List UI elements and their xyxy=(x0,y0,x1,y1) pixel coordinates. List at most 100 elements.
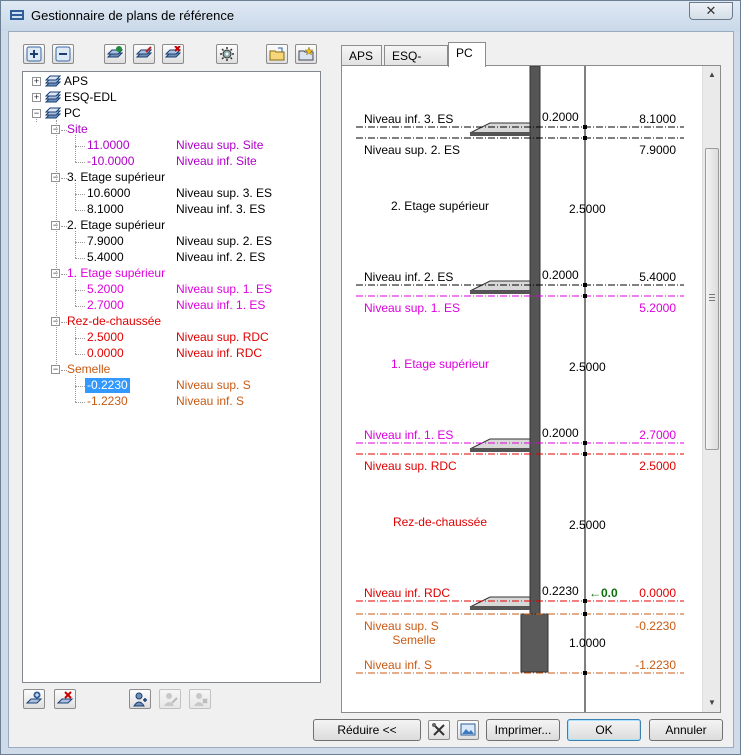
tree-level-value[interactable]: -0.2230 xyxy=(85,378,130,393)
tree-level-value[interactable]: -1.2230 xyxy=(87,394,128,409)
level-name-label: Niveau sup. RDC xyxy=(364,459,457,473)
story-name-label: 2. Etage supérieur xyxy=(391,199,489,213)
tree-level-name[interactable]: Niveau sup. 2. ES xyxy=(176,234,272,249)
remove-level-icon xyxy=(57,691,73,704)
tree-level-name[interactable]: Niveau sup. RDC xyxy=(176,330,269,345)
tree-level-name[interactable]: Niveau inf. 2. ES xyxy=(176,250,265,265)
user-edit-button[interactable] xyxy=(159,689,181,709)
ok-button[interactable]: OK xyxy=(567,719,641,741)
tree-level-name[interactable]: Niveau sup. 1. ES xyxy=(176,282,272,297)
tools-button[interactable] xyxy=(428,720,450,740)
tree-expander-esq-edl[interactable]: + xyxy=(32,93,41,102)
reduce-button[interactable]: Réduire << xyxy=(313,719,421,741)
story-height-label: 2.5000 xyxy=(569,360,606,374)
slab-thickness-label: 0.2000 xyxy=(542,426,579,440)
tree-level-name[interactable]: Niveau inf. 3. ES xyxy=(176,202,265,217)
edit-plan-button[interactable] xyxy=(133,44,155,64)
dimension-tick xyxy=(583,125,587,129)
print-button[interactable]: Imprimer... xyxy=(486,719,560,741)
plan-tree[interactable]: + APS + ESQ-EDL − PC − Site 11.0000 Niveau sup. S… xyxy=(22,71,321,683)
tab-esq-edl[interactable]: ESQ-EDL xyxy=(384,45,448,77)
floor-slab xyxy=(469,122,531,134)
tree-group-label[interactable]: 2. Etage supérieur xyxy=(67,218,165,233)
tab-pc[interactable]: PC xyxy=(448,42,486,67)
level-name-label: Niveau inf. RDC xyxy=(364,586,450,600)
add-plan-button[interactable] xyxy=(104,44,126,64)
tree-group-label[interactable]: 3. Etage supérieur xyxy=(67,170,165,185)
dimension-tick xyxy=(583,441,587,445)
tree-root-esq-edl[interactable]: ESQ-EDL xyxy=(64,90,117,105)
tree-root-pc[interactable]: PC xyxy=(64,106,81,121)
tree-level-name[interactable]: Niveau sup. S xyxy=(176,378,251,393)
level-value-label: 0.0000 xyxy=(639,586,676,600)
level-value-label: -1.2230 xyxy=(635,658,676,672)
level-name-label: Niveau sup. 2. ES xyxy=(364,143,460,157)
tree-level-value[interactable]: 5.4000 xyxy=(87,250,124,265)
tree-level-name[interactable]: Niveau sup. Site xyxy=(176,138,263,153)
scroll-down-arrow-icon[interactable]: ▼ xyxy=(707,698,717,708)
tree-level-value[interactable]: 5.2000 xyxy=(87,282,124,297)
tree-group-label[interactable]: Semelle xyxy=(67,362,110,377)
tree-level-value[interactable]: 10.6000 xyxy=(87,186,130,201)
level-value-label: 2.5000 xyxy=(639,459,676,473)
user-remove-button[interactable] xyxy=(189,689,211,709)
title-bar[interactable]: Gestionnaire de plans de référence ✕ xyxy=(1,1,740,31)
slab-thickness-label: 0.2000 xyxy=(542,268,579,282)
close-button[interactable]: ✕ xyxy=(689,2,733,20)
expand-all-button[interactable] xyxy=(23,44,45,64)
tree-connector xyxy=(75,135,76,162)
cancel-button[interactable]: Annuler xyxy=(649,719,723,741)
section-drawing-canvas: Niveau inf. 3. ES 8.1000 0.2000 Niveau sup.… xyxy=(356,66,684,712)
tree-group-label[interactable]: 1. Etage supérieur xyxy=(67,266,165,281)
tree-level-value[interactable]: 11.0000 xyxy=(87,138,130,153)
tree-connector xyxy=(75,386,85,387)
tree-level-name[interactable]: Niveau inf. 1. ES xyxy=(176,298,265,313)
level-name-label: Niveau inf. 1. ES xyxy=(364,428,453,442)
new-level-button[interactable] xyxy=(23,689,45,709)
tree-level-name[interactable]: Niveau inf. S xyxy=(176,394,244,409)
assign-user-button[interactable] xyxy=(129,689,151,709)
tree-group-label[interactable]: Site xyxy=(67,122,88,137)
tree-level-value[interactable]: 2.7000 xyxy=(87,298,124,313)
add-plan-icon xyxy=(107,46,123,58)
collapse-all-icon xyxy=(55,46,71,62)
tree-level-name[interactable]: Niveau sup. 3. ES xyxy=(176,186,272,201)
delete-plan-button[interactable] xyxy=(162,44,184,64)
plan-layers-icon xyxy=(45,75,61,87)
collapse-all-button[interactable] xyxy=(52,44,74,64)
tree-level-value[interactable]: 8.1000 xyxy=(87,202,124,217)
dimension-tick xyxy=(583,283,587,287)
tree-expander-aps[interactable]: + xyxy=(32,77,41,86)
tree-level-name[interactable]: Niveau inf. Site xyxy=(176,154,257,169)
tree-level-value[interactable]: 2.5000 xyxy=(87,330,124,345)
export-image-button[interactable] xyxy=(457,720,479,740)
wall-section xyxy=(529,66,541,615)
section-drawing[interactable]: Niveau inf. 3. ES 8.1000 0.2000 Niveau sup.… xyxy=(342,66,702,712)
tree-connector xyxy=(75,402,85,403)
vertical-scrollbar[interactable]: ▲ ▼ xyxy=(702,66,720,712)
tree-level-value[interactable]: -10.0000 xyxy=(87,154,134,169)
tree-level-value[interactable]: 7.9000 xyxy=(87,234,124,249)
favorites-icon xyxy=(298,46,314,61)
tree-expander-pc[interactable]: − xyxy=(32,109,41,118)
scroll-thumb[interactable] xyxy=(705,148,719,450)
favorites-button[interactable] xyxy=(295,44,317,64)
tree-connector xyxy=(75,354,85,355)
grip-line xyxy=(709,294,715,295)
level-value-label: 8.1000 xyxy=(639,112,676,126)
tree-root-aps[interactable]: APS xyxy=(64,74,88,89)
floor-slab-edge xyxy=(470,448,530,452)
tree-level-name[interactable]: Niveau inf. RDC xyxy=(176,346,262,361)
tree-group-label[interactable]: Rez-de-chaussée xyxy=(67,314,161,329)
remove-level-button[interactable] xyxy=(54,689,76,709)
tree-expander-group[interactable]: − xyxy=(51,365,60,374)
tree-level-value[interactable]: 0.0000 xyxy=(87,346,124,361)
settings-button[interactable] xyxy=(216,44,238,64)
app-icon xyxy=(10,10,24,20)
open-file-button[interactable] xyxy=(266,44,288,64)
tree-connector xyxy=(75,210,85,211)
tab-aps[interactable]: APS xyxy=(341,45,382,66)
zero-level-marker: ←0.0 xyxy=(589,586,618,600)
scroll-up-arrow-icon[interactable]: ▲ xyxy=(707,70,717,80)
floor-slab-edge xyxy=(470,290,530,294)
